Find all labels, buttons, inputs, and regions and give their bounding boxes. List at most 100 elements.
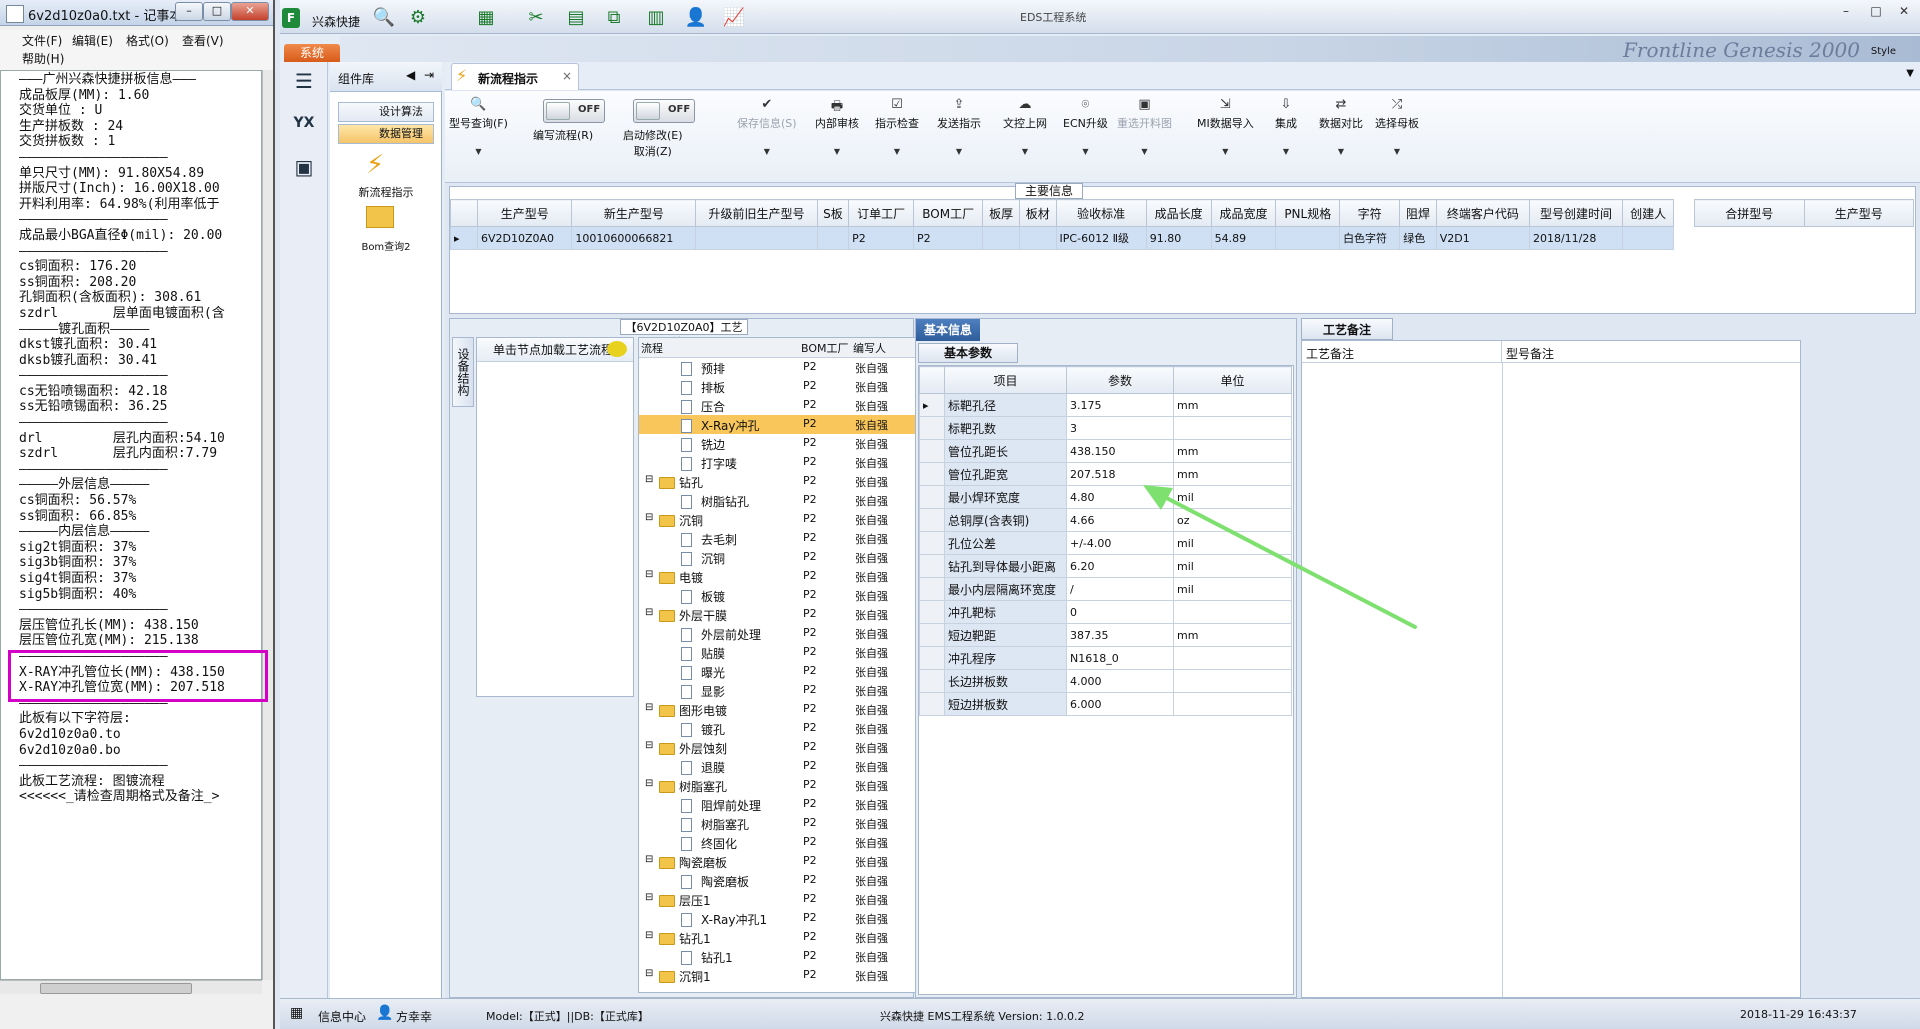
tab-new-flow[interactable]: ⚡ 新流程指示 ×: [451, 63, 579, 90]
tree-row[interactable]: ⊟外层干膜P2张自强张自强: [639, 605, 962, 624]
column-header[interactable]: 成品宽度: [1210, 199, 1277, 227]
toggle-1[interactable]: OFF: [543, 99, 605, 123]
tree-row[interactable]: 打字唛P2张自强张自强: [639, 453, 962, 472]
param-row[interactable]: ▸ 标靶孔径 3.175 mm: [919, 393, 1292, 417]
lightning-icon[interactable]: ⚡: [366, 150, 384, 180]
table-cell[interactable]: 绿色: [1399, 226, 1437, 250]
table-cell[interactable]: 6V2D10Z0A0: [476, 226, 573, 250]
calculator-icon[interactable]: ▣: [286, 150, 322, 184]
tree-row[interactable]: ⊟树脂塞孔P2张自强张自强: [639, 776, 962, 795]
table-cell[interactable]: 91.80: [1145, 226, 1212, 250]
table-cell[interactable]: V2D1: [1435, 226, 1530, 250]
expand-toggle-icon[interactable]: ⊟: [645, 930, 653, 941]
toolbar-button-8[interactable]: ⌾ ECN升级 ▼: [1063, 97, 1108, 156]
param-row[interactable]: 长边拼板数 4.000: [919, 669, 1292, 693]
vertical-tab-equipment[interactable]: 设备结构: [452, 337, 474, 407]
tree-row[interactable]: 板镀P2张自强张自强: [639, 586, 962, 605]
column-header[interactable]: BOM工厂: [913, 199, 984, 227]
user-icon[interactable]: 👤: [684, 8, 708, 28]
app-close-button[interactable]: ✕: [1891, 3, 1917, 20]
param-value[interactable]: 6.000: [1066, 692, 1174, 716]
tab-close-icon[interactable]: ×: [562, 69, 572, 83]
column-header[interactable]: 阻焊: [1399, 199, 1437, 227]
table-cell[interactable]: IPC-6012 Ⅱ级: [1055, 226, 1147, 250]
tree-row[interactable]: 排板P2张自强张自强: [639, 377, 962, 396]
tree-row[interactable]: ⊟沉铜1P2张自强张自强: [639, 966, 962, 985]
tree-row[interactable]: 树脂塞孔P2张自强张自强: [639, 814, 962, 833]
tree-row[interactable]: ⊟陶瓷磨板P2张自强张自强: [639, 852, 962, 871]
tree-row[interactable]: ⊟图形电镀P2张自强张自强: [639, 700, 962, 719]
table-cell[interactable]: 10010600066821: [571, 226, 697, 250]
tab-process-notes[interactable]: 工艺备注: [1301, 318, 1393, 340]
table-cell[interactable]: P2: [848, 226, 915, 250]
tree-row[interactable]: 去毛刺P2张自强张自强: [639, 529, 962, 548]
column-header[interactable]: 升级前旧生产型号: [695, 199, 818, 227]
menu-icon[interactable]: ☰: [286, 64, 322, 98]
chart-icon[interactable]: 📈: [722, 8, 746, 28]
table-cell[interactable]: [1275, 226, 1341, 250]
tree-row[interactable]: 外层前处理P2张自强张自强: [639, 624, 962, 643]
menu-help[interactable]: 帮助(H): [22, 50, 64, 67]
column-header[interactable]: 字符: [1339, 199, 1401, 227]
expand-toggle-icon[interactable]: ⊟: [645, 778, 653, 789]
tree-row[interactable]: 沉铜P2张自强张自强: [639, 548, 962, 567]
tab-dropdown-icon[interactable]: ▼: [1906, 68, 1914, 79]
table-cell[interactable]: [1018, 226, 1057, 250]
toolbar-button-5[interactable]: ☑ 指示检查 ▼: [875, 97, 919, 156]
app-minimize-button[interactable]: –: [1833, 3, 1859, 20]
tree-column-header[interactable]: 编写人: [853, 340, 886, 356]
column-header[interactable]: 验收标准: [1055, 199, 1147, 227]
tree-column-header[interactable]: BOM工厂: [801, 340, 849, 356]
param-value[interactable]: N1618_0: [1066, 646, 1174, 670]
param-value[interactable]: 438.150: [1066, 439, 1174, 463]
tab-basic-params[interactable]: 基本参数: [918, 343, 1018, 363]
scroll-thumb[interactable]: [40, 983, 192, 994]
toggle-2[interactable]: OFF: [633, 99, 695, 123]
column-header[interactable]: 生产型号: [1803, 199, 1914, 227]
toolbar-button-7[interactable]: ☁ 文控上网 ▼: [1003, 97, 1047, 156]
column-header[interactable]: 板材: [1018, 199, 1057, 227]
toolbar-button-9[interactable]: ▣ 重选开料图 ▼: [1117, 97, 1172, 156]
table-cell[interactable]: 白色字符: [1339, 226, 1401, 250]
table-cell[interactable]: [816, 226, 850, 250]
param-value[interactable]: 4.000: [1066, 669, 1174, 693]
tree-row[interactable]: 压合P2张自强张自强: [639, 396, 962, 415]
param-value[interactable]: 3.175: [1066, 393, 1174, 417]
tree-row[interactable]: ⊟电镀P2张自强张自强: [639, 567, 962, 586]
toolbar-button-3[interactable]: ✔ 保存信息(S) ▼: [737, 97, 797, 156]
toolbar-button-10[interactable]: ⇲ MI数据导入 ▼: [1197, 97, 1254, 156]
tree-row[interactable]: 曝光P2张自强张自强: [639, 662, 962, 681]
app-maximize-button[interactable]: □: [1863, 3, 1889, 20]
expand-toggle-icon[interactable]: ⊟: [645, 474, 653, 485]
expand-toggle-icon[interactable]: ⊟: [645, 607, 653, 618]
tree-row[interactable]: 退膜P2张自强张自强: [639, 757, 962, 776]
toolbar-toggle-label-2[interactable]: 启动修改(E) 取消(Z): [623, 127, 683, 159]
param-column-header[interactable]: 项目: [944, 366, 1067, 394]
menu-view[interactable]: 查看(V): [182, 32, 224, 49]
minimize-button[interactable]: –: [175, 2, 203, 21]
column-header[interactable]: 成品长度: [1145, 199, 1212, 227]
tree-row[interactable]: 镀孔P2张自强张自强: [639, 719, 962, 738]
toolbar-button-12[interactable]: ⇄ 数据对比 ▼: [1319, 97, 1363, 156]
tab-basic-info[interactable]: 基本信息: [916, 319, 980, 341]
new-flow-label[interactable]: 新流程指示: [330, 184, 442, 200]
style-label[interactable]: Style: [1871, 46, 1896, 57]
tree-row[interactable]: X-Ray冲孔1P2张自强张自强: [639, 909, 962, 928]
expand-toggle-icon[interactable]: ⊟: [645, 968, 653, 979]
close-button[interactable]: ✕: [231, 2, 269, 21]
param-column-header[interactable]: 参数: [1066, 366, 1174, 394]
comp-item-design[interactable]: 设计算法: [338, 102, 434, 122]
film-icon[interactable]: ▤: [564, 8, 588, 28]
tree-row[interactable]: 显影P2张自强张自强: [639, 681, 962, 700]
copy-icon[interactable]: ⧉: [602, 8, 626, 28]
info-center-label[interactable]: 信息中心: [318, 1008, 366, 1025]
yx-factory-icon[interactable]: YX: [286, 106, 322, 140]
table-cell[interactable]: [982, 226, 1020, 250]
expand-toggle-icon[interactable]: ⊟: [645, 892, 653, 903]
scissors-icon[interactable]: ✂: [524, 8, 548, 28]
tree-row[interactable]: ⊟外层蚀刻P2张自强张自强: [639, 738, 962, 757]
notepad-text-area[interactable]: ———广州兴森快捷拼板信息——— 成品板厚(MM): 1.60 交货单位 : U…: [0, 70, 262, 980]
tree-row[interactable]: ⊟钻孔P2张自强张自强: [639, 472, 962, 491]
param-row[interactable]: 短边拼板数 6.000: [919, 692, 1292, 716]
bom-query-label[interactable]: Bom查询2: [330, 238, 442, 253]
